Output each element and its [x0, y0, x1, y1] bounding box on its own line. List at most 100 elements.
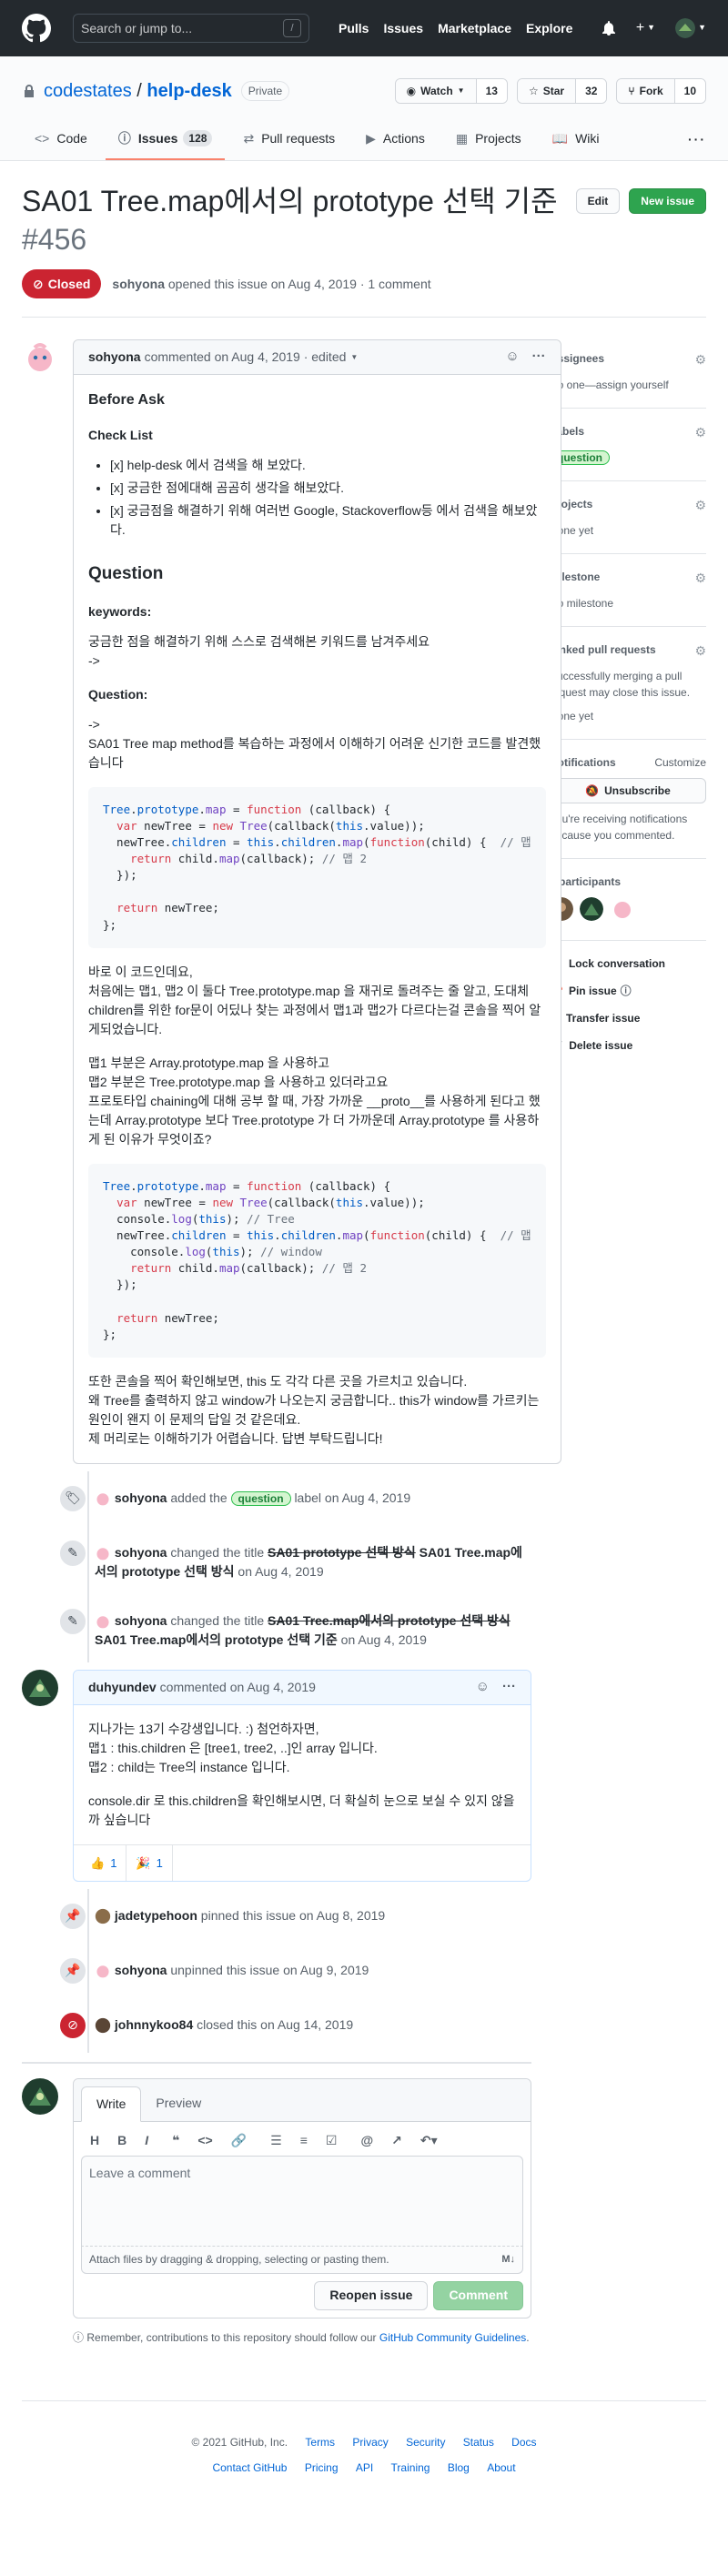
- nav-marketplace[interactable]: Marketplace: [438, 19, 511, 38]
- gear-icon[interactable]: ⚙: [694, 641, 706, 661]
- star-button[interactable]: ☆ Star: [517, 79, 577, 103]
- question-text: -> SA01 Tree map method를 복습하는 과정에서 이해하기 어…: [88, 715, 546, 773]
- footer-link[interactable]: Security: [406, 2436, 445, 2449]
- footer-link[interactable]: Contact GitHub: [212, 2461, 287, 2474]
- transfer-issue-action[interactable]: →Transfer issue: [550, 1010, 706, 1026]
- footer-link[interactable]: API: [356, 2461, 373, 2474]
- numbered-list-icon[interactable]: ≡: [300, 2131, 308, 2150]
- comment-author[interactable]: sohyona: [88, 348, 141, 367]
- gear-icon[interactable]: ⚙: [694, 569, 706, 588]
- code-icon[interactable]: <>: [197, 2131, 212, 2150]
- user-menu[interactable]: ▼: [675, 18, 706, 38]
- event-actor[interactable]: sohyona: [115, 1490, 167, 1505]
- repo-owner-link[interactable]: codestates: [44, 81, 132, 101]
- tab-write[interactable]: Write: [81, 2086, 142, 2122]
- gear-icon[interactable]: ⚙: [694, 423, 706, 442]
- comment-textarea[interactable]: Leave a comment: [81, 2155, 523, 2247]
- avatar-current-user[interactable]: [22, 2077, 58, 2115]
- assignees-value[interactable]: No one—assign yourself: [550, 377, 706, 393]
- tab-code[interactable]: <> Code: [22, 118, 100, 160]
- thumbs-up-reaction[interactable]: 👍 1: [81, 1844, 127, 1882]
- comment-button[interactable]: Comment: [433, 2280, 523, 2310]
- question-label-badge[interactable]: question: [230, 1490, 291, 1506]
- reopen-issue-button[interactable]: Reopen issue: [314, 2280, 429, 2310]
- nav-explore[interactable]: Explore: [526, 19, 572, 38]
- unsubscribe-button[interactable]: 🔕 Unsubscribe: [550, 778, 706, 804]
- bell-icon[interactable]: [602, 21, 616, 35]
- avatar-johnnykoo84-small[interactable]: [95, 2017, 111, 2034]
- attach-files-dropzone[interactable]: Attach files by dragging & dropping, sel…: [81, 2246, 523, 2274]
- guidelines-link[interactable]: GitHub Community Guidelines: [379, 2331, 526, 2344]
- reply-icon[interactable]: ↶▾: [420, 2131, 438, 2150]
- footer-link[interactable]: Docs: [511, 2436, 536, 2449]
- new-issue-button[interactable]: New issue: [629, 188, 706, 214]
- footer-link[interactable]: Terms: [305, 2436, 335, 2449]
- delete-issue-action[interactable]: 🗑Delete issue: [550, 1037, 706, 1054]
- avatar-sohyona-small[interactable]: [95, 1545, 111, 1561]
- mention-icon[interactable]: @: [360, 2131, 373, 2150]
- star-count[interactable]: 32: [576, 79, 607, 103]
- caret-down-icon[interactable]: ▼: [350, 352, 358, 363]
- tab-issues[interactable]: ⓘ Issues 128: [105, 118, 226, 160]
- markdown-icon[interactable]: M↓: [501, 2252, 515, 2268]
- footer-link[interactable]: About: [487, 2461, 515, 2474]
- footer-link[interactable]: Training: [391, 2461, 430, 2474]
- avatar-sohyona-small[interactable]: [95, 1613, 111, 1630]
- footer-link[interactable]: Pricing: [305, 2461, 339, 2474]
- footer-link[interactable]: Privacy: [352, 2436, 388, 2449]
- avatar-jadetypehoon-small[interactable]: [95, 1908, 111, 1924]
- event-actor[interactable]: johnnykoo84: [115, 2017, 193, 2032]
- more-tabs-icon[interactable]: ···: [688, 118, 706, 160]
- gear-icon[interactable]: ⚙: [694, 350, 706, 369]
- watch-button[interactable]: ◉ Watch ▼: [395, 79, 477, 103]
- tab-projects[interactable]: ▦ Projects: [443, 118, 534, 160]
- event-actor[interactable]: sohyona: [115, 1545, 167, 1560]
- smiley-icon[interactable]: ☺: [505, 347, 519, 368]
- github-logo-icon[interactable]: [22, 14, 51, 43]
- avatar[interactable]: [580, 897, 604, 922]
- linked-prs-title[interactable]: Linked pull requests: [550, 641, 656, 661]
- fork-button[interactable]: ⑂ Fork: [617, 79, 675, 103]
- gear-icon[interactable]: ⚙: [694, 496, 706, 515]
- smiley-icon[interactable]: ☺: [476, 1677, 490, 1698]
- customize-link[interactable]: Customize: [654, 754, 706, 771]
- comment-author[interactable]: duhyundev: [88, 1678, 157, 1697]
- nav-issues[interactable]: Issues: [383, 19, 423, 38]
- repo-name-link[interactable]: help-desk: [147, 81, 231, 101]
- tab-actions[interactable]: ▶ Actions: [353, 118, 438, 160]
- tab-wiki[interactable]: 📖 Wiki: [540, 118, 612, 160]
- issue-author[interactable]: sohyona: [112, 275, 165, 294]
- avatar-sohyona-small[interactable]: [95, 1490, 111, 1507]
- avatar-sohyona-small[interactable]: [95, 1963, 111, 1979]
- avatar[interactable]: [610, 897, 634, 922]
- search-input[interactable]: Search or jump to... /: [73, 14, 309, 43]
- tab-preview[interactable]: Preview: [141, 2086, 216, 2121]
- kebab-menu-icon[interactable]: ···: [532, 347, 546, 368]
- fork-count[interactable]: 10: [674, 79, 705, 103]
- heading-icon[interactable]: H: [90, 2131, 99, 2150]
- plus-dropdown[interactable]: + ▼: [636, 17, 655, 39]
- event-actor[interactable]: jadetypehoon: [115, 1908, 197, 1923]
- footer-link[interactable]: Status: [463, 2436, 494, 2449]
- footer-link[interactable]: Blog: [448, 2461, 470, 2474]
- task-list-icon[interactable]: ☑: [326, 2131, 338, 2150]
- event-actor[interactable]: sohyona: [115, 1613, 167, 1628]
- nav-pulls[interactable]: Pulls: [339, 19, 369, 38]
- bulleted-list-icon[interactable]: ☰: [270, 2131, 282, 2150]
- reference-icon[interactable]: ↗: [391, 2131, 402, 2150]
- link-icon[interactable]: 🔗: [231, 2131, 247, 2150]
- kebab-menu-icon[interactable]: ···: [502, 1677, 516, 1698]
- avatar-duhyundev[interactable]: [22, 1669, 58, 1706]
- event-actor[interactable]: sohyona: [115, 1963, 167, 1977]
- italic-icon[interactable]: I: [145, 2131, 148, 2150]
- hooray-reaction[interactable]: 🎉 1: [126, 1844, 173, 1882]
- tab-pull-requests[interactable]: ⇄ Pull requests: [230, 118, 348, 160]
- quote-icon[interactable]: ❝: [172, 2131, 179, 2150]
- bold-icon[interactable]: B: [117, 2131, 126, 2150]
- lock-conversation-action[interactable]: 🔒Lock conversation: [550, 955, 706, 972]
- avatar-sohyona[interactable]: [22, 339, 58, 377]
- projects-value: None yet: [550, 524, 594, 538]
- edit-button[interactable]: Edit: [575, 188, 621, 214]
- pin-issue-action[interactable]: 📌Pin issueⓘ: [550, 983, 706, 999]
- watch-count[interactable]: 13: [476, 79, 507, 103]
